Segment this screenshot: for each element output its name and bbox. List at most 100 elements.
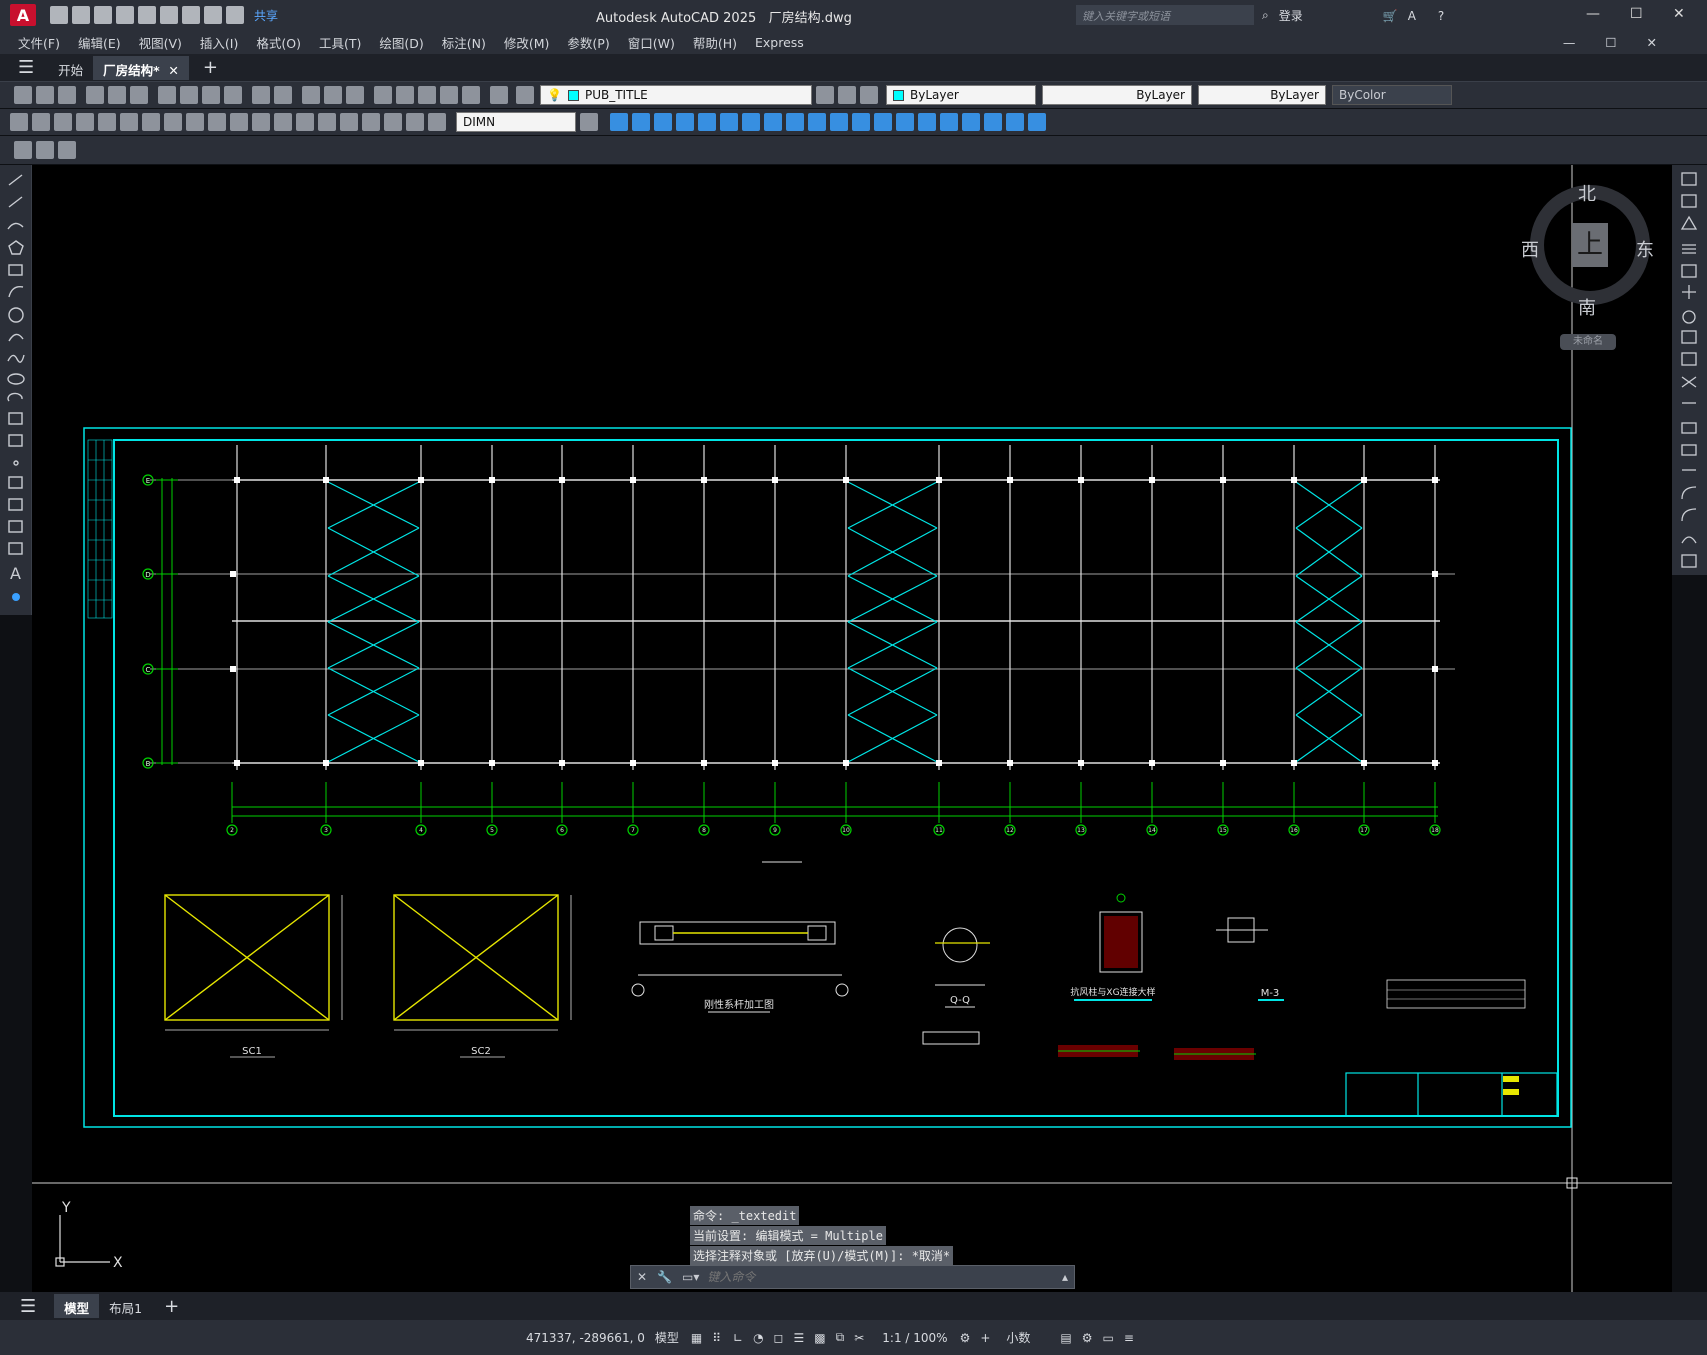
plot-icon[interactable] [86, 86, 104, 104]
tool-palettes-icon[interactable] [418, 86, 436, 104]
menu-window[interactable]: 窗口(W) [628, 33, 675, 52]
open-icon[interactable] [36, 86, 54, 104]
redo-icon[interactable] [274, 86, 292, 104]
customize-icon[interactable]: 🔧 [657, 1270, 672, 1284]
table-icon[interactable] [8, 542, 23, 555]
rectangle-icon[interactable] [8, 264, 23, 276]
make-block-icon[interactable] [8, 434, 23, 447]
fly-icon[interactable] [808, 113, 826, 131]
autocad-logo-icon[interactable]: A [10, 4, 36, 26]
save-web-icon[interactable] [160, 6, 178, 24]
zoom-window-icon[interactable] [346, 86, 364, 104]
polygon-icon[interactable] [8, 240, 24, 255]
hatch-icon[interactable] [8, 476, 23, 489]
tab-layout1[interactable]: 布局1 [99, 1294, 152, 1318]
compass-west[interactable]: 西 [1521, 236, 1539, 262]
ellipse-icon[interactable] [7, 373, 25, 385]
explode-icon[interactable] [1681, 554, 1697, 568]
line-icon[interactable] [8, 174, 23, 186]
color-dropdown[interactable]: ByLayer [886, 85, 1036, 105]
copy-object-icon[interactable] [1681, 194, 1697, 208]
ortho-icon[interactable]: ∟ [733, 1331, 743, 1345]
xline-icon[interactable] [8, 196, 23, 208]
calculator-icon[interactable] [462, 86, 480, 104]
publish-icon[interactable] [130, 86, 148, 104]
scale-icon[interactable] [1681, 330, 1697, 344]
materials-icon[interactable] [874, 113, 892, 131]
edit-text-icon[interactable] [406, 113, 424, 131]
update-icon[interactable] [428, 113, 446, 131]
recent-commands-icon[interactable]: ▭▾ [682, 1270, 699, 1284]
view-right-icon[interactable] [676, 113, 694, 131]
fullscreen-icon[interactable]: ▭ [1103, 1331, 1114, 1345]
add-selected-icon[interactable] [12, 593, 20, 601]
orbit-icon[interactable] [742, 113, 760, 131]
menu-draw[interactable]: 绘图(D) [379, 33, 423, 52]
fillet-icon[interactable] [1681, 508, 1697, 522]
hamburger-icon[interactable]: ☰ [18, 57, 34, 78]
undo-icon[interactable] [204, 6, 222, 24]
search-input[interactable]: 键入关键字或短语 [1076, 5, 1254, 25]
menu-format[interactable]: 格式(O) [256, 33, 301, 52]
save-as-icon[interactable] [116, 6, 134, 24]
plotstyle-dropdown[interactable]: ByColor [1332, 85, 1452, 105]
view-left-icon[interactable] [654, 113, 672, 131]
save-icon[interactable] [94, 6, 112, 24]
annotation-scale[interactable]: 1:1 / 100% [882, 1331, 947, 1345]
units-dropdown[interactable]: 小数 [1006, 1329, 1030, 1346]
settings-icon[interactable]: ⚙ [960, 1331, 971, 1345]
grid-icon[interactable]: ▦ [691, 1331, 702, 1345]
layer-previous-icon[interactable] [838, 86, 856, 104]
paste-icon[interactable] [202, 86, 220, 104]
ellipse-arc-icon[interactable] [7, 392, 23, 402]
copy-icon[interactable] [180, 86, 198, 104]
compass-north[interactable]: 北 [1578, 180, 1596, 206]
sheet-set-icon[interactable] [440, 86, 458, 104]
tab-start[interactable]: 开始 [48, 56, 93, 80]
linear-dimension-icon[interactable] [10, 113, 28, 131]
solids-icon[interactable] [940, 113, 958, 131]
chamfer-icon[interactable] [1681, 486, 1697, 500]
menu-file[interactable]: 文件(F) [18, 33, 60, 52]
menu-parametric[interactable]: 参数(P) [567, 33, 609, 52]
point-icon[interactable] [13, 460, 19, 466]
selection-cycling-icon[interactable]: ⧉ [836, 1330, 845, 1345]
tab-document[interactable]: 厂房结构* ✕ [93, 55, 189, 80]
properties-icon[interactable] [374, 86, 392, 104]
spline-icon[interactable] [7, 354, 25, 363]
menu-modify[interactable]: 修改(M) [504, 33, 550, 52]
layer-dropdown[interactable]: 💡 PUB_TITLE [540, 85, 812, 105]
compass-east[interactable]: 东 [1636, 236, 1654, 262]
break-icon[interactable] [1681, 444, 1697, 456]
offset-icon[interactable] [1682, 244, 1696, 254]
new-layout-icon[interactable]: + [164, 1296, 179, 1317]
plot-icon[interactable] [182, 6, 200, 24]
close-command-icon[interactable]: ✕ [637, 1270, 647, 1284]
view-top-icon[interactable] [698, 113, 716, 131]
erase-icon[interactable] [1681, 172, 1697, 186]
viewcube-top[interactable]: 上 [1572, 223, 1608, 267]
walk-icon[interactable] [786, 113, 804, 131]
dimstyle-dropdown[interactable]: DIMN [456, 112, 576, 132]
jog-linear-icon[interactable] [362, 113, 380, 131]
text-style-icon[interactable] [36, 141, 54, 159]
layout-menu-icon[interactable]: ☰ [20, 1296, 36, 1317]
region-icon[interactable] [8, 520, 23, 533]
layer-states-icon[interactable] [860, 86, 878, 104]
transparency-icon[interactable]: ▩ [814, 1331, 825, 1345]
zoom-icon[interactable] [324, 86, 342, 104]
menu-edit[interactable]: 编辑(E) [78, 33, 121, 52]
inspection-icon[interactable] [340, 113, 358, 131]
menu-view[interactable]: 视图(V) [139, 33, 182, 52]
autodesk-account-icon[interactable]: A [1408, 9, 1416, 23]
visual-style-icon[interactable] [830, 113, 848, 131]
osnap-icon[interactable]: ◻ [774, 1331, 784, 1345]
jogged-icon[interactable] [120, 113, 138, 131]
view-front-icon[interactable] [610, 113, 628, 131]
space-icon[interactable] [252, 113, 270, 131]
quick-dimension-icon[interactable] [186, 113, 204, 131]
open-web-icon[interactable] [138, 6, 156, 24]
maximize-button[interactable]: ☐ [1630, 6, 1643, 22]
dimstyle-icon[interactable] [580, 113, 598, 131]
text-edit-icon[interactable] [14, 141, 32, 159]
